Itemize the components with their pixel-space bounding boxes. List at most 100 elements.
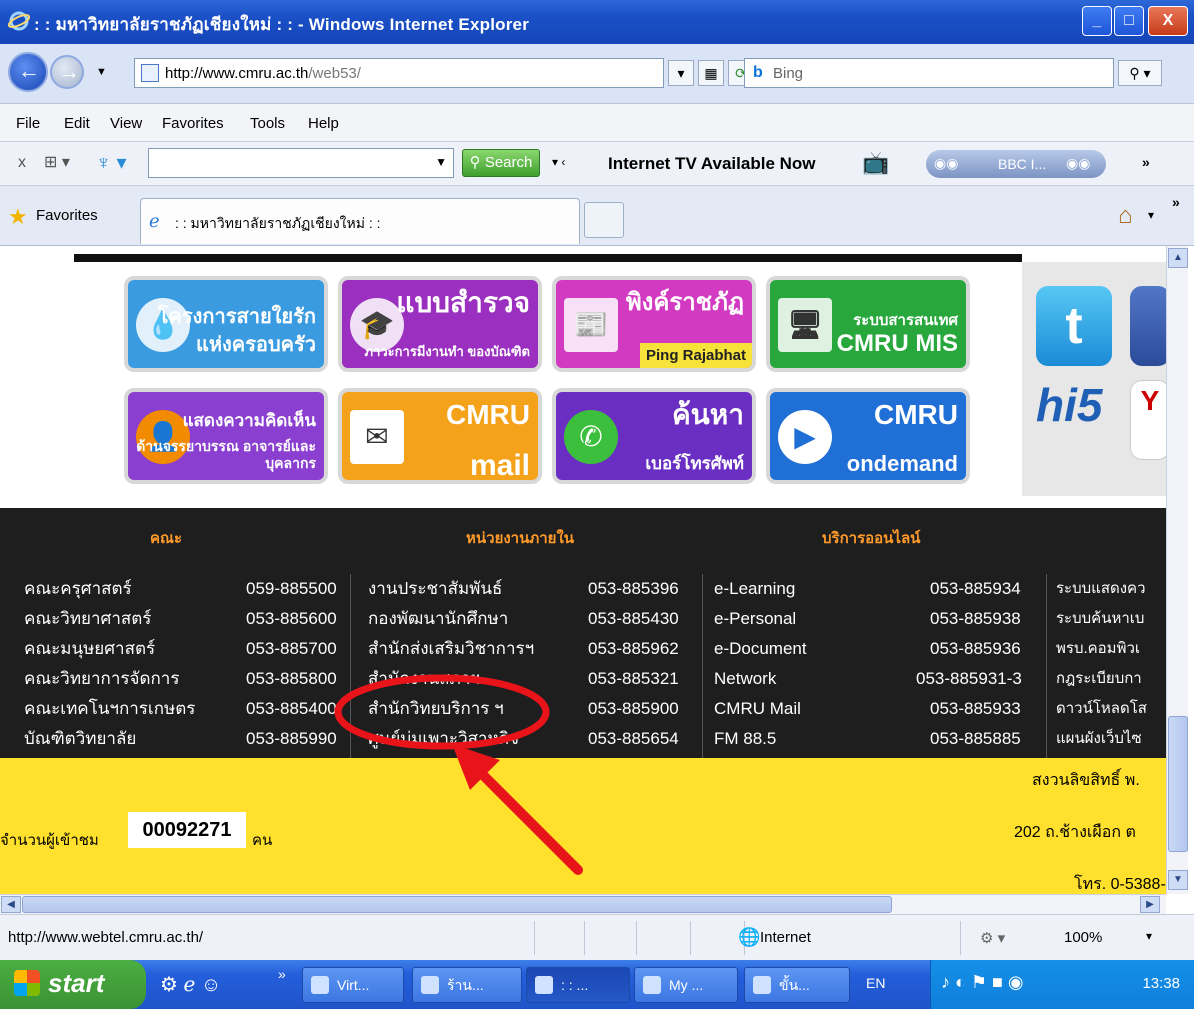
address-dropdown-button[interactable]: ▾ (668, 60, 694, 86)
service-row[interactable]: CMRU Mail 053-885933 (714, 694, 1044, 724)
service-row[interactable]: e-Personal 053-885938 (714, 604, 1044, 634)
task-virt[interactable]: Virt... (302, 967, 404, 1003)
toolbar-dropdown-icon[interactable]: ▾ ‹ (552, 155, 565, 169)
tile-survey[interactable]: 🎓 แบบสำรวจ ภาวะการมีงานทำ ของบัณฑิต (338, 276, 542, 372)
service-name: e-Learning (714, 579, 796, 598)
horizontal-scrollbar[interactable]: ◀ ▶ (0, 894, 1166, 914)
task-ie-cmru[interactable]: : : ... (526, 967, 630, 1003)
tile-ping-rajabhat[interactable]: 📰 พิงค์ราชภัฏ Ping Rajabhat (552, 276, 756, 372)
language-indicator[interactable]: EN (866, 975, 885, 991)
vertical-scrollbar[interactable]: ▲ ▼ (1166, 246, 1188, 894)
play-circle-icon: ▶ (778, 410, 832, 464)
menu-edit[interactable]: Edit (64, 115, 90, 132)
protected-mode-icon[interactable]: ⚙ ▾ (980, 929, 1005, 947)
start-button[interactable]: start (0, 960, 146, 1009)
search-box[interactable]: b Bing (744, 58, 1114, 88)
twitter-icon[interactable]: t (1036, 286, 1112, 366)
tile-family-project[interactable]: 💧 โครงการสายใยรัก แห่งครอบครัว (124, 276, 328, 372)
faculty-row[interactable]: คณะมนุษยศาสตร์ 053-885700 (24, 634, 344, 664)
forward-button[interactable]: → (50, 55, 84, 89)
media-player-control[interactable]: ◉◉ BBC I... ◉◉ (926, 150, 1106, 178)
toolbar-search-input[interactable]: ▼ (148, 148, 454, 178)
hi5-icon[interactable]: hi5 (1036, 378, 1102, 432)
unit-row[interactable]: สำนักส่งเสริมวิชาการฯ 053-885962 (368, 634, 698, 664)
service-row[interactable]: FM 88.5 053-885885 (714, 724, 1044, 754)
faculty-row[interactable]: บัณฑิตวิทยาลัย 053-885990 (24, 724, 344, 754)
security-zone[interactable]: Internet (760, 929, 811, 946)
tile-cmru-mis[interactable]: 🖥 ระบบสารสนเทศ CMRU MIS (766, 276, 970, 372)
tile-phone-search[interactable]: ✆ ค้นหา เบอร์โทรศัพท์ (552, 388, 756, 484)
recent-pages-chevron-icon[interactable]: ▼ (96, 66, 107, 78)
hscroll-thumb[interactable] (22, 896, 892, 913)
chevron-right-icon[interactable]: » (1142, 154, 1150, 170)
home-dropdown-icon[interactable]: ▾ (1148, 208, 1154, 222)
scroll-up-icon[interactable]: ▲ (1168, 248, 1188, 268)
youtube-icon[interactable]: Y (1130, 380, 1166, 460)
menu-view[interactable]: View (110, 115, 142, 132)
unit-row[interactable]: งานประชาสัมพันธ์ 053-885396 (368, 574, 698, 604)
task-icon (535, 976, 553, 994)
add-toolbar-icon[interactable]: ⊞ ▾ (44, 152, 70, 172)
menu-help[interactable]: Help (308, 115, 339, 132)
close-toolbar-icon[interactable]: x (18, 154, 26, 172)
maximize-button[interactable]: □ (1114, 6, 1144, 36)
more-tools-icon[interactable]: » (1172, 194, 1180, 210)
address-field[interactable]: http://www.cmru.ac.th/web53/ (134, 58, 664, 88)
service-row[interactable]: e-Document 053-885936 (714, 634, 1044, 664)
scroll-thumb[interactable] (1168, 716, 1188, 852)
internet-tv-label[interactable]: Internet TV Available Now (608, 154, 816, 174)
menu-tools[interactable]: Tools (250, 115, 285, 132)
tile-ethics-feedback[interactable]: 👤 แสดงความคิดเห็น ด้านจรรยาบรรณ อาจารย์แ… (124, 388, 328, 484)
scroll-down-icon[interactable]: ▼ (1168, 870, 1188, 890)
tv-icon[interactable]: 📺 (862, 150, 889, 176)
scroll-right-icon[interactable]: ▶ (1140, 896, 1160, 913)
unit-row-academic-resources[interactable]: สำนักวิทยบริการ ฯ 053-885900 (368, 694, 698, 724)
toolbar-search-button[interactable]: ⚲ Search (462, 149, 540, 177)
toolbar-logo-icon[interactable]: ♆ ▾ (96, 150, 127, 175)
quicklaunch-icons[interactable]: ⚙ ℯ ☺ (160, 972, 221, 997)
tray-icons[interactable]: ♪ ◐ ⚑ ■ ◉ (941, 972, 1024, 993)
zoom-level[interactable]: 100% (1064, 929, 1102, 946)
other-link[interactable]: ระบบแสดงคว (1056, 574, 1166, 604)
other-link[interactable]: ดาวน์โหลดโส (1056, 694, 1166, 724)
task-step[interactable]: ขั้น... (744, 967, 850, 1003)
back-button[interactable]: ← (8, 52, 48, 92)
zoom-dropdown-icon[interactable]: ▾ (1146, 929, 1152, 943)
favorites-button[interactable]: Favorites (36, 207, 98, 224)
tile-cmru-mail[interactable]: ✉ CMRU mail (338, 388, 542, 484)
unit-row[interactable]: ศูนย์บ่มเพาะวิสาหกิจ 053-885654 (368, 724, 698, 754)
minimize-button[interactable]: _ (1082, 6, 1112, 36)
tile-small-text: เบอร์โทรศัพท์ (645, 454, 744, 473)
faculty-row[interactable]: คณะครุศาสตร์ 059-885500 (24, 574, 344, 604)
task-my[interactable]: My ... (634, 967, 738, 1003)
other-link[interactable]: ระบบค้นหาเบ (1056, 604, 1166, 634)
faculty-row[interactable]: คณะเทคโนฯการเกษตร 053-885400 (24, 694, 344, 724)
status-url: http://www.webtel.cmru.ac.th/ (8, 929, 204, 946)
quicklaunch-more-icon[interactable]: » (278, 966, 286, 982)
home-icon[interactable]: ⌂ (1118, 202, 1133, 230)
menu-favorites[interactable]: Favorites (162, 115, 224, 132)
service-row[interactable]: e-Learning 053-885934 (714, 574, 1044, 604)
star-icon[interactable]: ★ (8, 204, 28, 230)
task-shop[interactable]: ร้าน... (412, 967, 522, 1003)
tile-cmru-ondemand[interactable]: ▶ CMRU ondemand (766, 388, 970, 484)
scroll-left-icon[interactable]: ◀ (1, 896, 21, 913)
new-tab-button[interactable] (584, 202, 624, 238)
facebook-icon[interactable] (1130, 286, 1166, 366)
other-link[interactable]: กฎระเบียบกา (1056, 664, 1166, 694)
compatibility-icon[interactable]: ▦ (698, 60, 724, 86)
unit-row[interactable]: กองพัฒนานักศึกษา 053-885430 (368, 604, 698, 634)
faculty-row[interactable]: คณะวิทยาการจัดการ 053-885800 (24, 664, 344, 694)
unit-name: กองพัฒนานักศึกษา (368, 609, 509, 628)
unit-row[interactable]: สำนักงานสภาฯ 053-885321 (368, 664, 698, 694)
browser-tab[interactable]: ℯ : : มหาวิทยาลัยราชภัฏเชียงใหม่ : : (140, 198, 580, 244)
visitor-counter: 00092271 (128, 812, 246, 848)
service-row[interactable]: Network 053-885931-3 (714, 664, 1044, 694)
other-link[interactable]: พรบ.คอมพิวเ (1056, 634, 1166, 664)
close-button[interactable]: X (1148, 6, 1188, 36)
tile-small-text: แห่งครอบครัว (195, 334, 316, 356)
menu-file[interactable]: File (16, 115, 40, 132)
other-link[interactable]: แผนผังเว็บไซ (1056, 724, 1166, 754)
faculty-row[interactable]: คณะวิทยาศาสตร์ 053-885600 (24, 604, 344, 634)
search-go-button[interactable]: ⚲ ▾ (1118, 60, 1162, 86)
